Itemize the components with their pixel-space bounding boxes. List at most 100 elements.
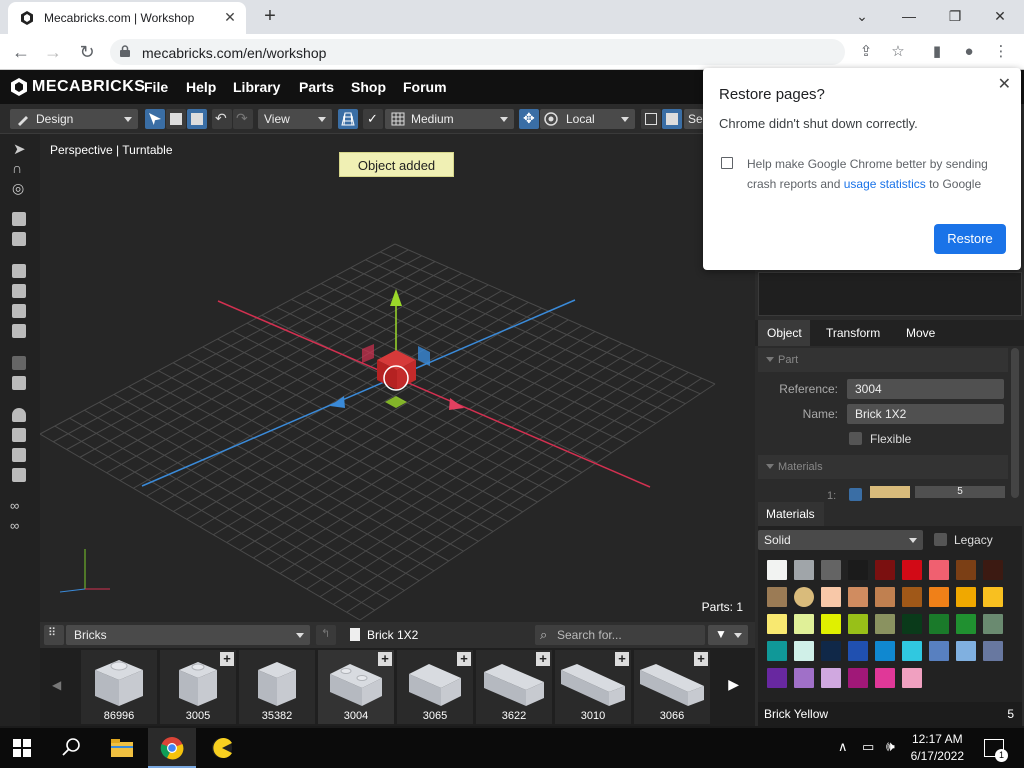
redo-icon[interactable]: ↷ [233,109,253,129]
axis-icon[interactable] [10,426,28,444]
move-gizmo-icon[interactable]: ✥ [519,109,539,129]
address-bar[interactable]: mecabricks.com/en/workshop [110,39,845,65]
grid-toggle-checkbox[interactable]: ✓ [363,109,383,129]
view-dropdown[interactable]: View [258,109,332,129]
color-swatch[interactable] [902,560,922,580]
chrome-menu-icon[interactable]: ⋮ [991,42,1011,62]
menu-shop[interactable]: Shop [351,79,386,95]
color-swatch[interactable] [956,614,976,634]
color-swatch[interactable] [875,587,895,607]
profile-icon[interactable]: ● [959,42,979,62]
panel-scrollbar[interactable] [1011,348,1019,498]
color-swatch[interactable] [983,587,1003,607]
color-swatch[interactable] [794,668,814,688]
material-slot-value[interactable]: 5 [915,486,1005,498]
name-field[interactable]: Brick 1X2 [847,404,1004,424]
tab-move[interactable]: Move [906,326,935,340]
menu-file[interactable]: File [144,79,168,95]
tab-transform[interactable]: Transform [826,326,880,340]
3d-viewport[interactable]: Perspective | Turntable Object added Par… [40,134,755,622]
color-swatch[interactable] [821,614,841,634]
pacman-app-icon[interactable] [210,736,234,760]
new-tab-icon[interactable]: + [260,6,280,26]
ungroup-icon[interactable] [10,282,28,300]
color-swatch[interactable] [875,614,895,634]
category-dropdown[interactable]: Bricks [66,625,310,645]
magnet-icon[interactable]: ∩ [10,160,28,178]
color-swatch[interactable] [821,587,841,607]
color-swatch[interactable] [767,641,787,661]
duplicate-icon[interactable] [10,210,28,228]
tab-object-label[interactable]: Object [767,326,802,340]
color-swatch[interactable] [848,641,868,661]
material-type-dropdown[interactable]: Solid [758,530,923,550]
close-window-icon[interactable]: ✕ [988,5,1012,27]
grid-size-dropdown[interactable]: Medium [385,109,514,129]
taskbar-clock[interactable]: 12:17 AM 6/17/2022 [911,731,964,765]
pointer-icon[interactable]: ➤ [10,140,28,158]
color-swatch[interactable] [848,614,868,634]
side-panel-icon[interactable]: ▮ [927,42,947,62]
windows-start-icon[interactable] [13,739,31,757]
box-outline-icon[interactable] [641,109,661,129]
scroll-right-icon[interactable]: ▶ [728,676,739,693]
part-tile-3005[interactable]: + 3005 [160,650,236,724]
color-swatch[interactable] [794,641,814,661]
scroll-left-icon[interactable]: ◀ [52,678,61,692]
color-swatch[interactable] [929,614,949,634]
group-icon[interactable] [10,262,28,280]
add-part-icon[interactable]: + [457,652,471,666]
material-slot-swatch[interactable] [870,486,910,498]
hinge-alt-icon[interactable] [10,322,28,340]
filter-button[interactable]: ▼ [708,625,748,645]
part-tile-3010[interactable]: + 3010 [555,650,631,724]
color-swatch[interactable] [767,614,787,634]
menu-forum[interactable]: Forum [403,79,447,95]
viewport-mode-label[interactable]: Perspective | Turntable [50,143,173,157]
color-swatch[interactable] [875,668,895,688]
color-swatch[interactable] [956,587,976,607]
color-swatch[interactable] [929,587,949,607]
chevron-down-icon[interactable]: ⌄ [850,5,874,27]
search-icon[interactable] [62,737,82,757]
minimize-icon[interactable]: — [897,5,921,27]
part-tile-3065[interactable]: + 3065 [397,650,473,724]
color-swatch[interactable] [956,641,976,661]
camera-icon[interactable] [10,466,28,484]
crash-report-checkbox[interactable] [721,157,733,169]
library-grid-icon[interactable]: ⠿ [44,625,64,645]
add-part-icon[interactable]: + [536,652,550,666]
color-swatch[interactable] [848,587,868,607]
add-part-icon[interactable]: + [694,652,708,666]
box-solid-icon[interactable] [662,109,682,129]
menu-parts[interactable]: Parts [299,79,334,95]
color-swatch[interactable] [983,641,1003,661]
color-swatch[interactable] [767,560,787,580]
glasses-alt-icon[interactable]: ∞ [10,518,28,536]
volume-icon[interactable]: 🕪 [886,738,895,755]
copy-tool-button[interactable] [166,109,186,129]
legacy-checkbox[interactable] [934,533,947,546]
part-tile-35382[interactable]: 35382 [239,650,315,724]
color-swatch[interactable] [983,614,1003,634]
color-swatch[interactable] [929,641,949,661]
flashlight-icon[interactable] [10,446,28,464]
color-swatch[interactable] [902,614,922,634]
color-swatch[interactable] [848,668,868,688]
color-swatch[interactable] [902,641,922,661]
network-icon[interactable]: ▭ [862,739,874,755]
reload-icon[interactable]: ↻ [76,41,98,63]
slope-icon[interactable] [10,354,28,372]
color-swatch[interactable] [902,668,922,688]
menu-help[interactable]: Help [186,79,216,95]
color-swatch[interactable] [767,587,787,607]
flexible-checkbox[interactable] [849,432,862,445]
close-icon[interactable]: ✕ [998,74,1011,94]
target-icon[interactable]: ◎ [10,180,28,198]
trash-icon[interactable] [10,230,28,248]
color-swatch[interactable] [929,560,949,580]
part-tile-3622[interactable]: + 3622 [476,650,552,724]
part-tile-3066[interactable]: + 3066 [634,650,710,724]
restore-window-icon[interactable]: ❐ [943,5,967,27]
color-swatch[interactable] [794,614,814,634]
